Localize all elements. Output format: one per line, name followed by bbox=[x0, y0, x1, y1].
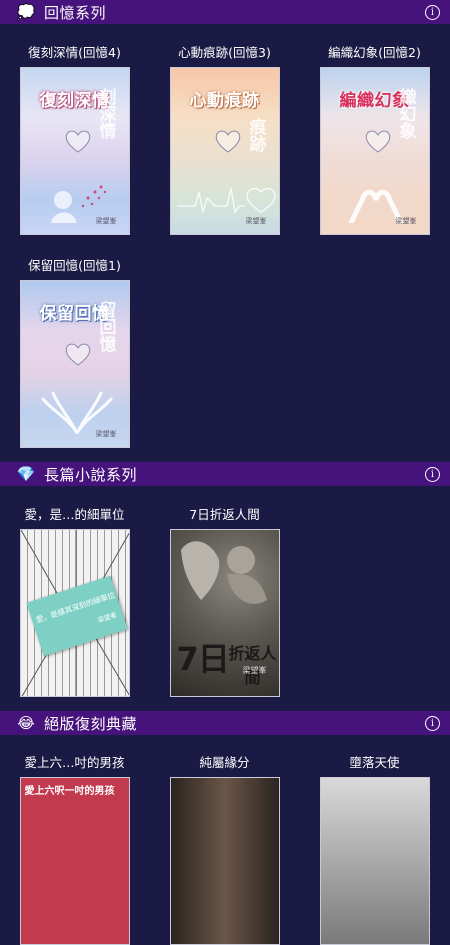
cover-author: 梁望峯 bbox=[245, 217, 267, 225]
book-item[interactable]: 心動痕跡(回憶3) 心動痕跡 痕跡 梁望峯 bbox=[168, 44, 281, 235]
book-cover[interactable] bbox=[169, 777, 280, 945]
section-header-classics: 😂 絕版復刻典藏 i bbox=[0, 711, 450, 735]
cover-title: 愛上六呎一吋的男孩 bbox=[24, 786, 115, 797]
cover-vertical-text: 痕跡 bbox=[245, 118, 266, 152]
book-label: 純屬緣分 bbox=[199, 755, 250, 770]
book-item[interactable]: 編織幻象(回憶2) 編織幻象 織幻象 梁望峯 bbox=[318, 44, 431, 235]
cover-author: 梁望峯 bbox=[95, 430, 117, 438]
section-title: 回憶系列 bbox=[44, 3, 107, 22]
book-label: 7日折返人間 bbox=[189, 507, 260, 522]
cover-author: 梁望峯 bbox=[395, 217, 417, 225]
section-title: 長篇小說系列 bbox=[44, 465, 138, 484]
book-label: 編織幻象(回憶2) bbox=[328, 45, 421, 60]
heart-icon bbox=[215, 130, 240, 153]
section-title: 絕版復刻典藏 bbox=[44, 714, 138, 733]
cover-title: 心動痕跡 bbox=[189, 91, 260, 111]
cover-subtitle: 折返人間 bbox=[228, 644, 277, 687]
info-icon[interactable]: i bbox=[425, 4, 440, 20]
book-cover[interactable]: 編織幻象 織幻象 梁望峯 bbox=[319, 67, 430, 235]
book-cover[interactable]: 7日 折返人間 梁望峯 bbox=[169, 529, 280, 697]
gem-icon: 💎 bbox=[16, 465, 36, 483]
book-item[interactable]: 愛，是…的細單位 愛，是極其深刻的細單位 梁望峯 bbox=[18, 506, 131, 697]
book-cover[interactable]: 愛，是極其深刻的細單位 梁望峯 bbox=[19, 529, 130, 697]
section-header-memory: 💭 回憶系列 i bbox=[0, 0, 450, 24]
angel-statue-icon bbox=[180, 541, 267, 604]
heart-icon bbox=[365, 130, 390, 153]
book-label: 保留回憶(回憶1) bbox=[28, 258, 121, 273]
book-cover[interactable] bbox=[319, 777, 430, 945]
book-label: 心動痕跡(回憶3) bbox=[178, 45, 271, 60]
book-label: 愛，是…的細單位 bbox=[24, 507, 125, 522]
book-label: 墮落天使 bbox=[349, 755, 400, 770]
info-icon[interactable]: i bbox=[425, 466, 440, 482]
book-cover[interactable]: 復刻深情 刻深情 梁望峯 bbox=[19, 67, 130, 235]
cover-author: 梁望峯 bbox=[242, 666, 267, 675]
info-icon[interactable]: i bbox=[425, 715, 440, 731]
book-cover[interactable]: 愛上六呎一吋的男孩 bbox=[19, 777, 130, 945]
book-item[interactable]: 復刻深情(回憶4) 復刻深情 刻深情 梁望峯 bbox=[18, 44, 131, 235]
book-label: 愛上六…吋的男孩 bbox=[24, 755, 125, 770]
book-label: 復刻深情(回憶4) bbox=[28, 45, 121, 60]
book-item[interactable]: 純屬緣分 bbox=[168, 754, 281, 945]
cover-author: 梁望峯 bbox=[95, 217, 117, 225]
cover-vertical-text: 刻深情 bbox=[95, 88, 116, 139]
heartbeat-line-icon bbox=[176, 187, 276, 214]
cover-vertical-text: 留回憶 bbox=[95, 301, 116, 352]
cover-title: 7日 bbox=[176, 640, 230, 678]
wings-hands-icon bbox=[41, 391, 112, 434]
laughing-face-icon: 😂 bbox=[17, 714, 35, 732]
book-item[interactable]: 保留回憶(回憶1) 保留回憶 留回憶 梁望峯 bbox=[18, 257, 131, 448]
book-cover[interactable]: 心動痕跡 痕跡 梁望峯 bbox=[169, 67, 280, 235]
book-item[interactable]: 7日折返人間 7日 折返人間 梁望峯 bbox=[168, 506, 281, 697]
heart-icon bbox=[65, 130, 90, 153]
book-item[interactable]: 愛上六…吋的男孩 愛上六呎一吋的男孩 bbox=[18, 754, 131, 945]
cover-vertical-text: 織幻象 bbox=[395, 88, 416, 139]
heart-icon bbox=[65, 343, 90, 366]
thought-bubble-icon: 💭 bbox=[16, 3, 36, 21]
section-header-novels: 💎 長篇小說系列 i bbox=[0, 462, 450, 486]
book-item[interactable]: 墮落天使 bbox=[318, 754, 431, 945]
book-cover[interactable]: 保留回憶 留回憶 梁望峯 bbox=[19, 280, 130, 448]
